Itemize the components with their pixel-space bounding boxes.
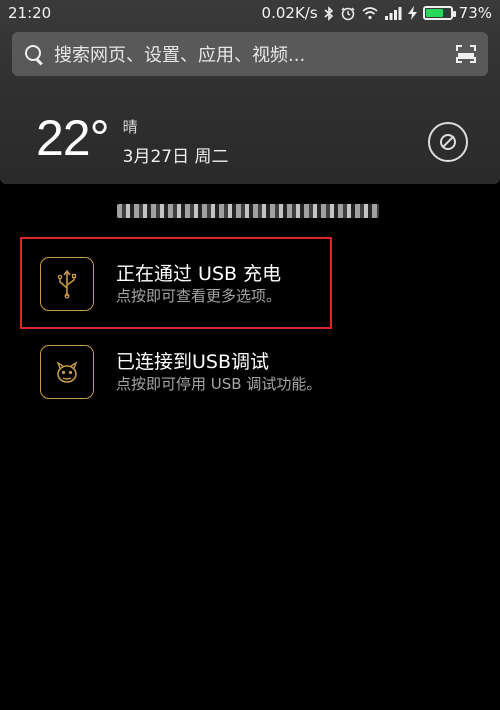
debug-bug-icon — [40, 345, 94, 399]
charging-bolt-icon — [407, 5, 417, 21]
clear-all-icon — [440, 134, 456, 150]
status-icons: 0.02K/s 73% — [262, 4, 492, 22]
signal-icon — [384, 5, 402, 21]
battery-level — [425, 9, 444, 17]
notification-text: 已连接到USB调试 点按即可停用 USB 调试功能。 — [116, 350, 321, 394]
scan-icon[interactable] — [456, 45, 476, 63]
search-icon — [24, 44, 44, 64]
status-time: 21:20 — [8, 4, 52, 22]
weather-widget[interactable]: 22° 晴 3月27日 周二 — [36, 112, 228, 167]
battery-icon — [422, 6, 456, 20]
clear-notifications-button[interactable] — [428, 122, 468, 162]
weather-details: 晴 3月27日 周二 — [123, 118, 229, 167]
bluetooth-icon — [324, 5, 334, 21]
blurred-notification-text — [117, 204, 379, 218]
notification-usb-debugging[interactable]: 已连接到USB调试 点按即可停用 USB 调试功能。 — [40, 344, 480, 400]
alarm-icon — [340, 5, 356, 21]
status-bar: 21:20 0.02K/s 73% — [0, 0, 500, 26]
weather-date: 3月27日 周二 — [122, 147, 229, 167]
highlight-annotation — [20, 237, 332, 329]
network-speed: 0.02K/s — [261, 4, 318, 22]
temperature: 22° — [36, 110, 110, 166]
search-placeholder: 搜索网页、设置、应用、视频... — [54, 45, 306, 66]
notification-subtitle: 点按即可停用 USB 调试功能。 — [116, 375, 322, 393]
notification-shade-header: 21:20 0.02K/s 73% 搜索网页、设置、应用、视频... 22° 晴… — [0, 0, 500, 184]
search-bar[interactable]: 搜索网页、设置、应用、视频... — [12, 32, 488, 76]
weather-condition: 晴 — [122, 118, 138, 136]
notification-title: 已连接到USB调试 — [116, 351, 270, 373]
wifi-icon — [362, 5, 378, 21]
battery-percent: 73% — [458, 4, 492, 22]
